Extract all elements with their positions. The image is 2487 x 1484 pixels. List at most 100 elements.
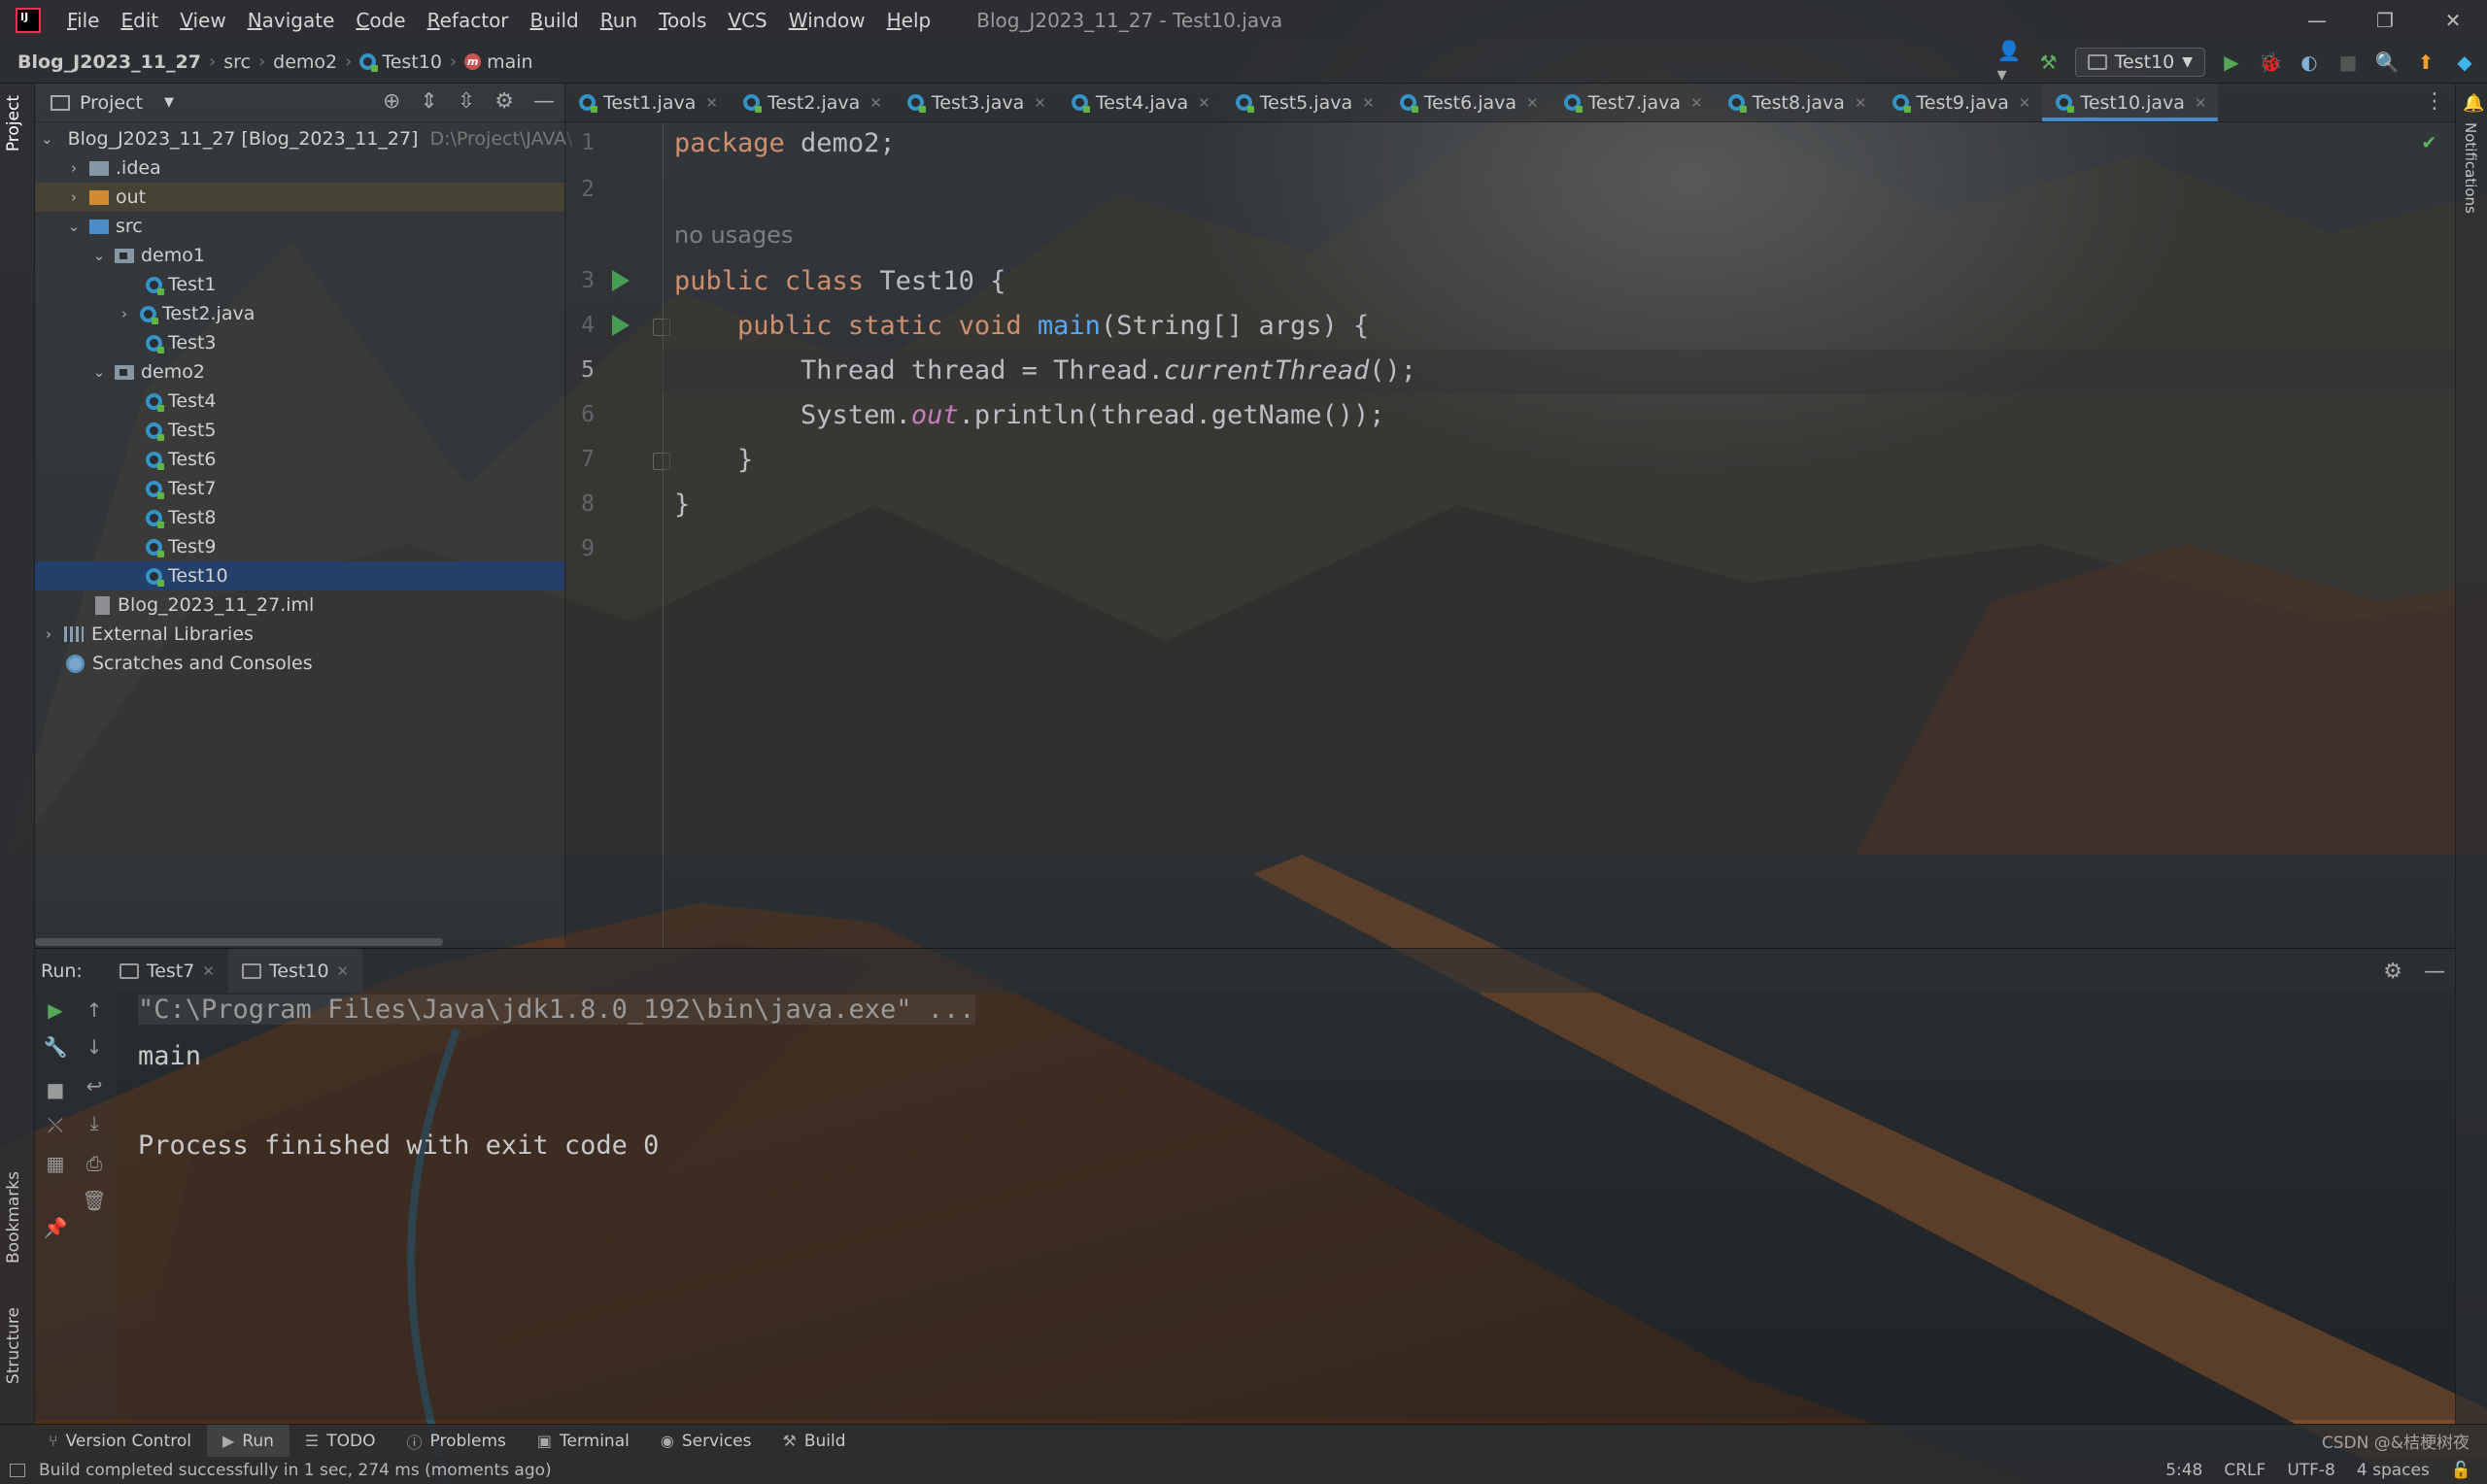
run-class-gutter-icon[interactable] [612,270,630,291]
breadcrumb-project[interactable]: Blog_J2023_11_27 [0,51,209,73]
tree-item-test7[interactable]: Test7 [35,474,564,503]
tab-test8[interactable]: Test8.java ✕ [1715,84,1879,121]
toolwindow-todo[interactable]: ☰ TODO [290,1425,392,1458]
notifications-tool-button[interactable]: Notifications [2462,122,2479,214]
tree-item-test2[interactable]: › Test2.java [35,299,564,328]
wrench-icon[interactable]: 🔧 [43,1035,68,1059]
close-tab-icon[interactable]: ✕ [1855,94,1867,112]
print-icon[interactable]: ⎙ [82,1152,107,1175]
restore-button[interactable]: ❐ [2351,0,2419,41]
hide-icon[interactable]: — [2424,960,2445,984]
line-separator[interactable]: CRLF [2224,1461,2266,1480]
soft-wrap-icon[interactable]: ↩ [82,1074,107,1097]
arrow-down-icon[interactable]: ↓ [82,1035,107,1059]
trash-icon[interactable]: 🗑 [82,1189,107,1212]
lock-icon[interactable]: 🔓 [2451,1461,2471,1480]
hide-icon[interactable]: — [533,89,555,114]
tree-item-demo1[interactable]: ⌄ demo1 [35,241,564,270]
project-horizontal-scrollbar[interactable] [35,938,443,946]
tab-test2[interactable]: Test2.java ✕ [730,84,894,121]
tree-item-test1[interactable]: Test1 [35,270,564,299]
more-tabs-icon[interactable]: ⋮ [2424,89,2445,114]
tab-test5[interactable]: Test5.java ✕ [1222,84,1386,121]
bookmarks-tool-button[interactable]: Bookmarks [4,1171,23,1264]
code-editor[interactable]: package demo2; no usages public class Te… [663,122,2455,948]
toolbox-icon[interactable]: ◆ [2452,50,2477,75]
status-message[interactable]: Build completed successfully in 1 sec, 2… [0,1461,552,1480]
run-tab-test7[interactable]: Test7 ✕ [106,949,228,994]
chevron-right-icon[interactable]: › [66,159,82,177]
tree-item-test10[interactable]: Test10 [35,561,564,590]
usages-inlay-hint[interactable]: no usages [674,221,793,249]
close-tab-icon[interactable]: ✕ [1034,94,1046,112]
toolwindow-services[interactable]: ◉ Services [645,1425,767,1458]
breadcrumb-demo2[interactable]: demo2 [265,51,345,73]
tree-item-demo2[interactable]: ⌄ demo2 [35,357,564,387]
tab-test9[interactable]: Test9.java ✕ [1879,84,2043,121]
scroll-to-end-icon[interactable]: ⤓ [82,1111,107,1134]
run-main-gutter-icon[interactable] [612,315,630,336]
tree-item-src[interactable]: ⌄ src [35,212,564,241]
run-console[interactable]: "C:\Program Files\Java\jdk1.8.0_192\bin\… [117,993,2455,1420]
tree-item-external-libraries[interactable]: › External Libraries [35,620,564,649]
toolwindow-run[interactable]: ▶ Run [206,1424,290,1458]
menu-code[interactable]: Code [345,9,416,32]
close-tab-icon[interactable]: ✕ [1690,94,1703,112]
chevron-down-icon[interactable]: ⌄ [66,218,82,235]
menu-edit[interactable]: Edit [110,9,169,32]
menu-view[interactable]: View [169,9,236,32]
close-tab-icon[interactable]: ✕ [1526,94,1539,112]
tab-test1[interactable]: Test1.java ✕ [565,84,730,121]
file-encoding[interactable]: UTF-8 [2287,1461,2335,1480]
chevron-right-icon[interactable]: › [117,305,132,322]
restore-layout-icon[interactable]: ⤬ [43,1113,68,1136]
chevron-right-icon[interactable]: › [41,625,56,643]
locate-icon[interactable]: ⊕ [383,89,400,114]
chevron-down-icon[interactable]: ▼ [164,95,174,110]
notification-bell-icon[interactable]: 🔔 [2463,93,2484,114]
tab-test7[interactable]: Test7.java ✕ [1550,84,1715,121]
run-icon[interactable]: ▶ [2219,50,2244,75]
coverage-icon[interactable]: ◐ [2297,50,2322,75]
tree-item-test4[interactable]: Test4 [35,387,564,416]
expand-all-icon[interactable]: ⇕ [420,89,437,114]
breadcrumb-method[interactable]: m main [457,51,540,73]
menu-build[interactable]: Build [520,9,590,32]
layout-icon[interactable]: ▦ [43,1152,68,1175]
project-view-selector[interactable]: Project [80,92,143,114]
close-tab-icon[interactable]: ✕ [2195,94,2207,112]
tab-test4[interactable]: Test4.java ✕ [1058,84,1222,121]
chevron-down-icon[interactable]: ⌄ [91,247,107,264]
toolwindow-build[interactable]: ⚒ Build [767,1425,862,1458]
collapse-all-icon[interactable]: ⇳ [458,89,475,114]
close-tab-icon[interactable]: ✕ [1198,94,1210,112]
tree-item-test6[interactable]: Test6 [35,445,564,474]
tree-item-idea[interactable]: › .idea [35,153,564,183]
rerun-icon[interactable]: ▶ [43,998,68,1022]
close-tab-icon[interactable]: ✕ [1362,94,1375,112]
close-tab-icon[interactable]: ✕ [2019,94,2031,112]
search-icon[interactable]: 🔍 [2374,50,2400,75]
tab-test3[interactable]: Test3.java ✕ [894,84,1058,121]
menu-file[interactable]: File [56,9,110,32]
tree-item-iml[interactable]: Blog_2023_11_27.iml [35,590,564,620]
menu-vcs[interactable]: VCS [717,9,777,32]
tab-test6[interactable]: Test6.java ✕ [1386,84,1550,121]
tree-item-test9[interactable]: Test9 [35,532,564,561]
chevron-down-icon[interactable]: ⌄ [41,130,53,148]
tree-item-test3[interactable]: Test3 [35,328,564,357]
tree-item-out[interactable]: › out [35,183,564,212]
stop-icon[interactable]: ■ [2335,50,2361,75]
tree-item-root[interactable]: ⌄ Blog_J2023_11_27 [Blog_2023_11_27] D:\… [35,124,573,153]
tree-item-test8[interactable]: Test8 [35,503,564,532]
menu-run[interactable]: Run [590,9,648,32]
project-tool-button[interactable]: Project [4,95,23,152]
menu-help[interactable]: Help [876,9,942,32]
user-account-icon[interactable]: 👤▾ [1997,39,2023,85]
close-tab-icon[interactable]: ✕ [869,94,882,112]
inspection-ok-icon[interactable]: ✔ [2423,130,2436,154]
minimize-button[interactable]: — [2283,0,2351,41]
update-icon[interactable]: ⬆ [2413,50,2438,75]
structure-tool-button[interactable]: Structure [4,1307,23,1384]
menu-window[interactable]: Window [778,9,876,32]
